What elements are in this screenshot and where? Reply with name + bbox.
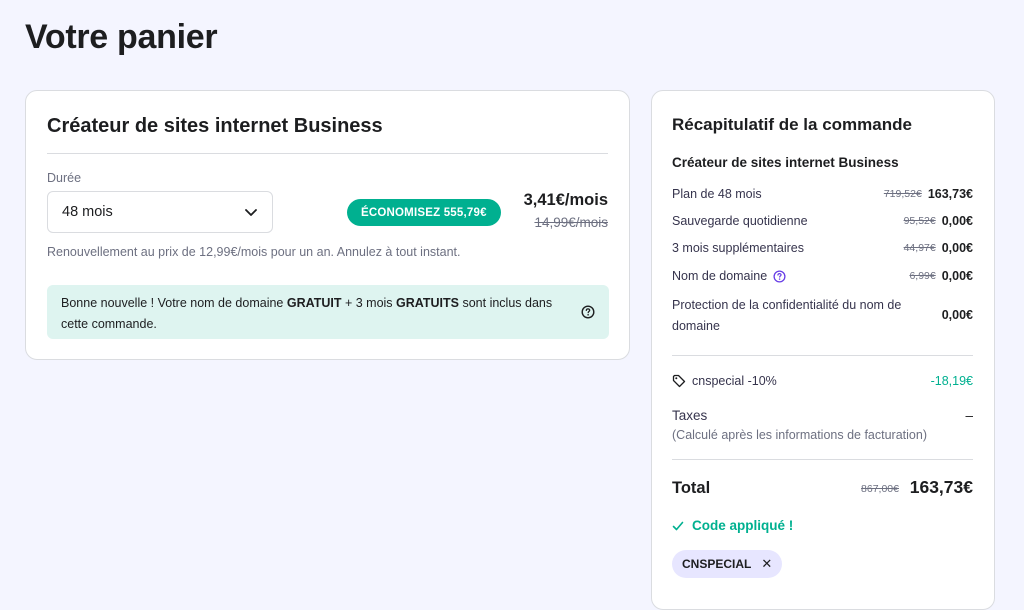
free-domain-notice: Bonne nouvelle ! Votre nom de domaine GR…	[47, 285, 609, 339]
close-icon[interactable]: ✕	[761, 556, 772, 572]
page-title: Votre panier	[25, 18, 218, 56]
taxes-line: Taxes –	[672, 408, 973, 423]
total-label: Total	[672, 479, 711, 497]
taxes-value: –	[965, 408, 973, 423]
help-icon[interactable]	[581, 305, 595, 319]
line-price: 0,00€	[941, 269, 973, 283]
summary-title: Récapitulatif de la commande	[672, 115, 912, 134]
line-price: 0,00€	[941, 214, 973, 228]
tag-icon	[672, 374, 686, 388]
notice-bold-1: GRATUIT	[286, 296, 342, 310]
discount-label: cnspecial -10%	[692, 374, 777, 388]
line-old-price: 6,99€	[909, 270, 936, 282]
line-price: 0,00€	[941, 241, 973, 255]
savings-badge: ÉCONOMISEZ 555,79€	[347, 199, 501, 226]
notice-bold-2: GRATUITS	[396, 296, 459, 310]
line-price: 163,73€	[927, 187, 973, 201]
line-label: 3 mois supplémentaires	[672, 241, 805, 255]
check-icon	[672, 520, 684, 532]
taxes-note: (Calculé après les informations de factu…	[672, 428, 927, 442]
summary-line-backup: Sauvegarde quotidienne 95,52€ 0,00€	[672, 214, 973, 228]
plan-title: Créateur de sites internet Business	[47, 115, 383, 137]
summary-line-domain: Nom de domaine 6,99€ 0,00€	[672, 269, 973, 283]
code-applied-text: Code appliqué !	[692, 518, 794, 533]
summary-product: Créateur de sites internet Business	[672, 155, 899, 170]
line-label: Plan de 48 mois	[672, 187, 762, 201]
summary-line-privacy: Protection de la confidentialité du nom …	[672, 295, 973, 337]
duration-select[interactable]: 48 mois	[47, 191, 273, 233]
line-old-price: 95,52€	[903, 215, 936, 227]
notice-text-1: Bonne nouvelle ! Votre nom de domaine	[61, 296, 287, 310]
renewal-text: Renouvellement au prix de 12,99€/mois po…	[47, 245, 461, 259]
discount-value: -18,19€	[930, 374, 973, 388]
code-applied-message: Code appliqué !	[672, 518, 793, 533]
total-old-price: 867,00€	[861, 483, 899, 495]
price-per-month: 3,41€/mois	[523, 191, 608, 209]
discount-line: cnspecial -10% -18,19€	[672, 374, 973, 388]
coupon-chip: CNSPECIAL ✕	[672, 550, 783, 578]
line-old-price: 719,52€	[883, 188, 922, 200]
duration-value: 48 mois	[62, 204, 113, 220]
total-price: 163,73€	[909, 477, 973, 497]
help-icon[interactable]	[773, 269, 786, 283]
line-old-price: 44,97€	[903, 242, 936, 254]
price-original: 14,99€/mois	[534, 215, 608, 230]
chevron-down-icon	[244, 205, 258, 219]
plan-divider	[47, 153, 608, 154]
plan-card: Créateur de sites internet Business Duré…	[25, 90, 630, 360]
taxes-label: Taxes	[672, 408, 708, 423]
total-divider	[672, 459, 973, 460]
summary-line-extra-months: 3 mois supplémentaires 44,97€ 0,00€	[672, 241, 973, 255]
line-label: Protection de la confidentialité du nom …	[672, 298, 902, 333]
order-summary-card: Récapitulatif de la commande Créateur de…	[651, 90, 995, 610]
summary-line-plan: Plan de 48 mois 719,52€ 163,73€	[672, 187, 973, 201]
coupon-code: CNSPECIAL	[682, 557, 752, 571]
summary-divider	[672, 355, 973, 356]
duration-label: Durée	[47, 171, 82, 185]
line-price: 0,00€	[941, 308, 973, 322]
notice-text-2: + 3 mois	[341, 296, 397, 310]
line-label: Sauvegarde quotidienne	[672, 214, 808, 228]
line-label: Nom de domaine	[672, 269, 768, 283]
